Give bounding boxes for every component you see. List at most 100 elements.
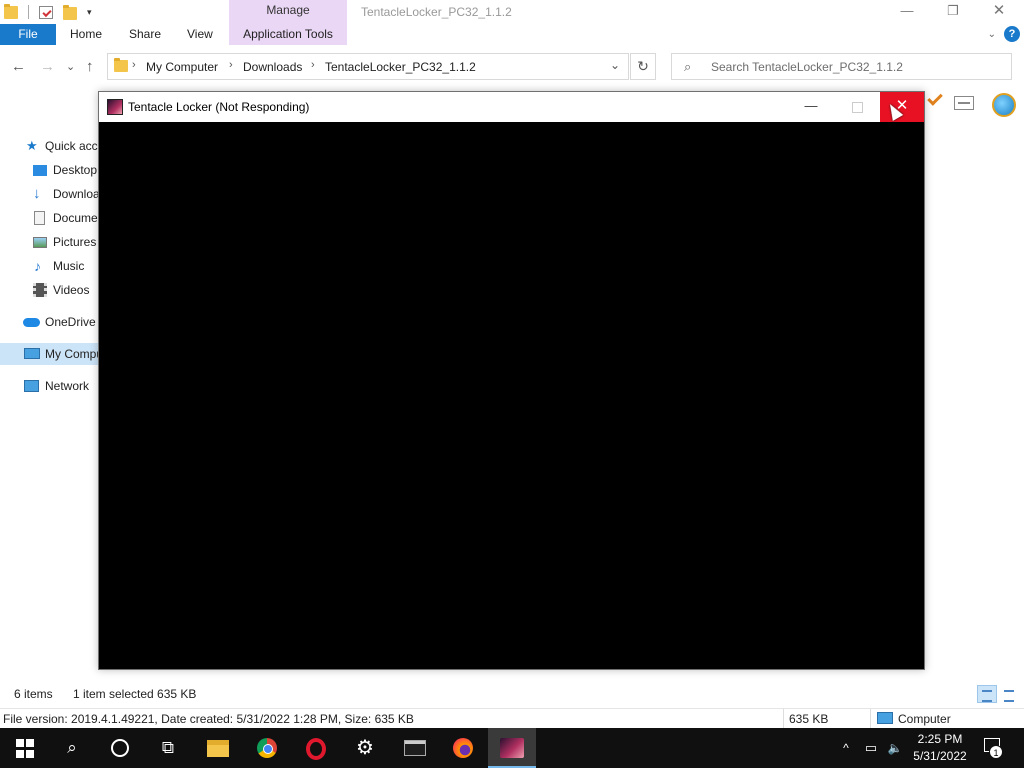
sidebar-item-network[interactable]: Network [0,375,100,397]
toolbar-divider [28,5,29,19]
clock-date: 5/31/2022 [913,749,967,763]
app-window-title: Tentacle Locker (Not Responding) [128,100,310,114]
navigation-pane: ★ Quick access Desktop ↓ Downloads Docum… [0,130,100,680]
sidebar-item-label: Videos [53,283,90,297]
item-count: 6 items [14,687,53,701]
taskbar-chrome[interactable] [243,728,291,768]
file-explorer-icon [207,740,229,757]
ribbon-tab-bar: File Home Share View Application Tools [0,24,1024,45]
cortana-button[interactable] [96,728,144,768]
sidebar-item-label: Documents [53,211,100,225]
cloud-icon [23,318,40,327]
taskbar-clock[interactable]: 2:25 PM 5/31/2022 [905,731,975,765]
sidebar-item-downloads[interactable]: ↓ Downloads [0,183,100,205]
rename-icon [954,96,974,110]
minimize-button[interactable]: — [884,0,930,24]
breadcrumb-current-folder[interactable]: TentacleLocker_PC32_1.1.2 [325,60,476,74]
large-icons-view-icon[interactable] [999,685,1019,703]
desktop-icon [33,165,47,176]
maximize-button [834,92,880,122]
minimize-button[interactable]: — [788,92,834,122]
forward-arrow-icon[interactable]: → [40,58,55,75]
breadcrumb-separator[interactable]: › [229,59,233,71]
sidebar-item-videos[interactable]: Videos [0,279,100,301]
windows-logo-icon [16,739,36,759]
tab-application-tools[interactable]: Application Tools [229,24,347,45]
firefox-icon [453,738,473,758]
sidebar-item-documents[interactable]: Documents [0,207,100,229]
computer-icon [24,348,40,359]
selection-info: 1 item selected 635 KB [73,687,197,701]
properties-icon[interactable] [39,5,53,19]
sidebar-item-label: Desktop [53,163,98,177]
taskbar-opera[interactable] [292,728,340,768]
app-window-title-bar[interactable]: Tentacle Locker (Not Responding) — ✕ [99,92,924,122]
refresh-button[interactable]: ↻ [630,53,656,80]
sidebar-item-onedrive[interactable]: OneDrive [0,311,100,333]
back-arrow-icon[interactable]: ← [11,58,26,75]
up-arrow-icon[interactable]: ↑ [86,58,94,75]
sidebar-item-music[interactable]: ♪ Music [0,255,100,277]
taskbar: ⌕ ⧉ ⚙ ^ ▭ 🔈 2:25 PM 5/31/2022 1 [0,728,1024,768]
status-bar: 6 items 1 item selected 635 KB [0,684,1024,704]
recent-locations-chevron-icon[interactable]: ⌄ [66,60,75,73]
context-tab-group-label: Manage [266,3,310,17]
computer-icon [877,712,893,724]
search-placeholder: Search TentacleLocker_PC32_1.1.2 [711,60,903,74]
app-window-not-responding[interactable]: Tentacle Locker (Not Responding) — ✕ [98,91,925,670]
tray-chevron-icon[interactable]: ^ [836,728,856,768]
tab-view[interactable]: View [175,24,225,45]
location-label: Computer [898,712,951,726]
taskbar-file-explorer[interactable] [194,728,242,768]
command-prompt-icon [404,740,426,756]
breadcrumb-my-computer[interactable]: My Computer [146,60,218,74]
divider [783,709,784,729]
search-box[interactable]: ⌕ Search TentacleLocker_PC32_1.1.2 [671,53,1012,80]
sidebar-item-label: OneDrive [45,315,96,329]
chevron-down-icon[interactable]: ⌄ [988,29,996,40]
search-icon: ⌕ [67,738,77,757]
taskbar-tentacle-locker[interactable] [488,728,536,768]
taskbar-firefox[interactable] [439,728,487,768]
sidebar-item-quick-access[interactable]: ★ Quick access [0,135,100,157]
breadcrumb-downloads[interactable]: Downloads [243,60,302,74]
close-button[interactable]: ✕ [976,0,1022,24]
breadcrumb-separator[interactable]: › [311,59,315,71]
taskbar-settings[interactable]: ⚙ [341,728,389,768]
help-icon[interactable]: ? [1004,26,1020,42]
sidebar-item-desktop[interactable]: Desktop [0,159,100,181]
tentacle-locker-icon [500,738,524,758]
chevron-down-icon[interactable]: ▾ [87,7,92,18]
network-icon [24,380,39,392]
search-icon: ⌕ [684,59,692,74]
file-details: File version: 2019.4.1.49221, Date creat… [3,712,414,726]
sidebar-item-label: Music [53,259,85,273]
app-window-content[interactable] [99,122,924,669]
new-folder-icon[interactable] [63,4,77,20]
volume-icon[interactable]: 🔈 [884,728,906,768]
settings-icon: ⚙ [356,737,374,759]
address-dropdown-icon[interactable]: ⌄ [610,58,620,72]
maximize-button[interactable]: ❐ [930,0,976,24]
file-size: 635 KB [789,712,829,726]
taskbar-search-button[interactable]: ⌕ [48,728,96,768]
tab-share[interactable]: Share [117,24,173,45]
address-bar[interactable]: › My Computer › Downloads › TentacleLock… [107,53,629,80]
sidebar-item-label: Quick access [45,139,100,153]
window-title: TentacleLocker_PC32_1.1.2 [361,5,512,19]
tab-home[interactable]: Home [58,24,114,45]
network-tray-icon[interactable]: ▭ [860,728,882,768]
document-icon [34,211,45,225]
task-view-button[interactable]: ⧉ [144,728,192,768]
quick-access-toolbar: ▾ [0,0,92,24]
taskbar-command-prompt[interactable] [390,728,438,768]
sidebar-item-pictures[interactable]: Pictures [0,231,100,253]
start-button[interactable] [0,728,48,768]
sidebar-item-label: Network [45,379,90,393]
sidebar-item-my-computer[interactable]: My Computer [0,343,100,365]
sidebar-item-label: My Computer [45,347,100,361]
sidebar-item-label: Pictures [53,235,97,249]
details-view-icon[interactable] [977,685,997,703]
tab-file[interactable]: File [0,24,56,45]
clock-time: 2:25 PM [917,732,963,746]
